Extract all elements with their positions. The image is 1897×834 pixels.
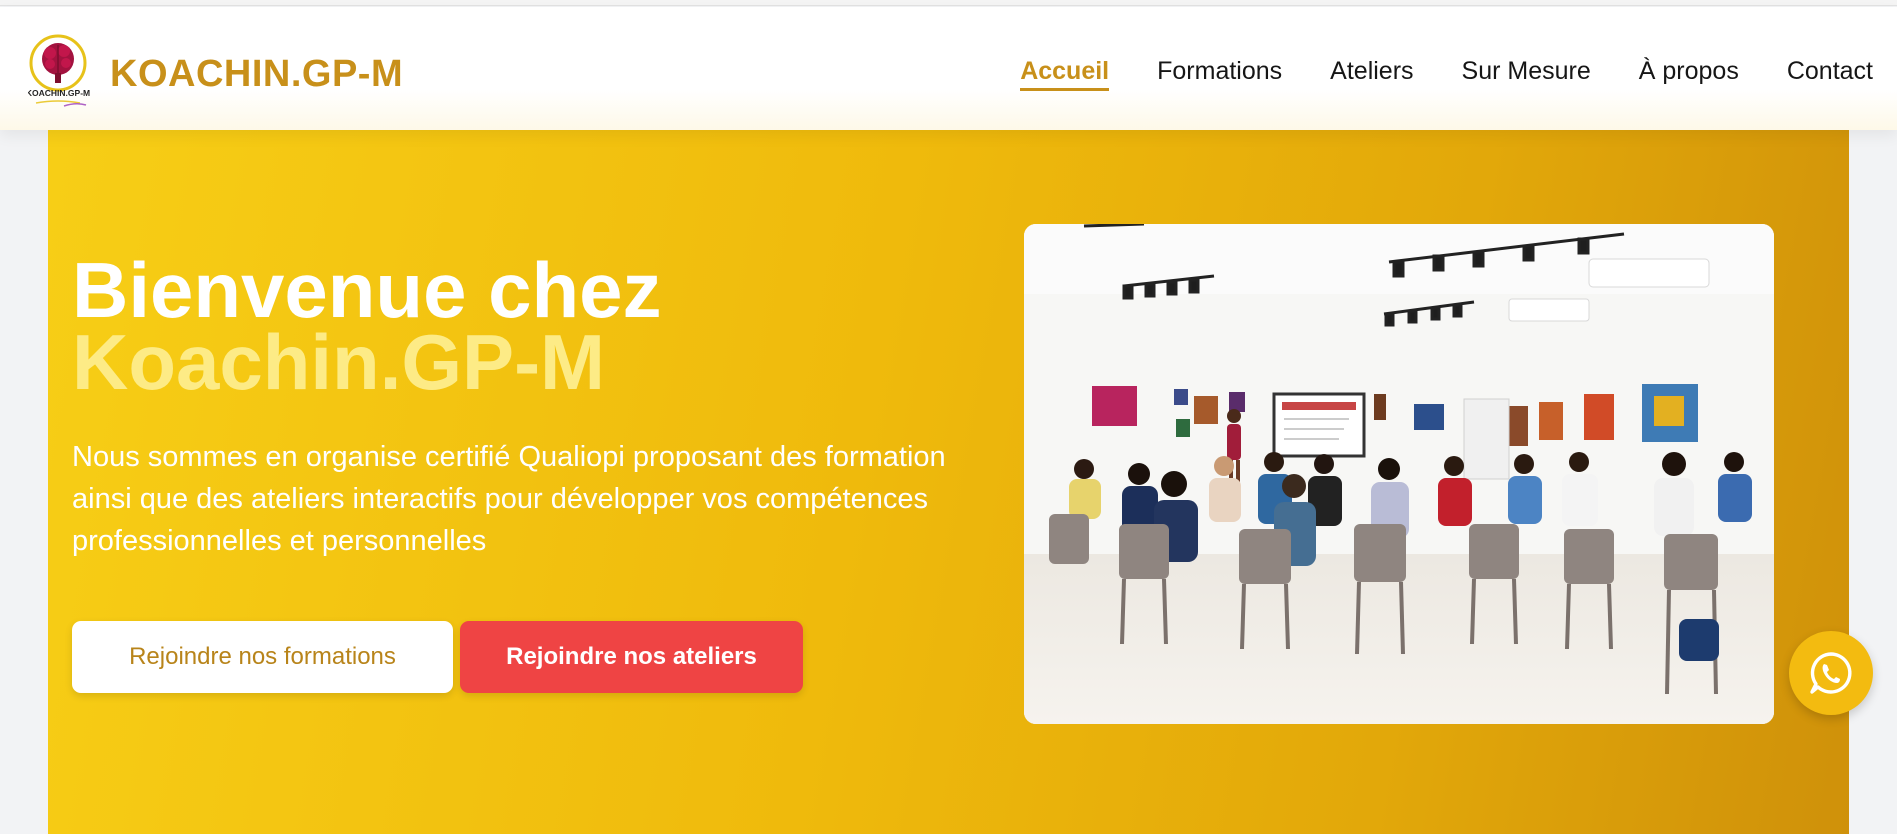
whatsapp-button[interactable]: [1789, 631, 1873, 715]
hero-title: Bienvenue chez Koachin.GP-M: [72, 251, 662, 406]
site-logo[interactable]: KOACHIN.GP-M: [26, 33, 96, 109]
join-ateliers-button[interactable]: Rejoindre nos ateliers: [460, 621, 803, 693]
brand-name[interactable]: KOACHIN.GP-M: [110, 53, 403, 96]
hero-section: Bienvenue chez Koachin.GP-M Nous sommes …: [48, 130, 1849, 834]
nav-contact[interactable]: Contact: [1787, 57, 1873, 86]
main-nav: Accueil Formations Ateliers Sur Mesure À…: [1020, 57, 1873, 91]
workshop-photo-illustration: [1024, 224, 1774, 724]
whatsapp-icon: [1810, 652, 1852, 694]
brain-logo-icon: KOACHIN.GP-M: [26, 34, 90, 107]
site-header: KOACHIN.GP-M KOACHIN.GP-M Accueil Format…: [0, 7, 1897, 130]
join-formations-button[interactable]: Rejoindre nos formations: [72, 621, 453, 693]
nav-a-propos[interactable]: À propos: [1639, 57, 1739, 86]
hero-title-line2: Koachin.GP-M: [72, 318, 606, 406]
svg-text:KOACHIN.GP-M: KOACHIN.GP-M: [28, 88, 90, 98]
nav-accueil[interactable]: Accueil: [1020, 57, 1109, 91]
nav-formations[interactable]: Formations: [1157, 57, 1282, 86]
nav-ateliers[interactable]: Ateliers: [1330, 57, 1413, 86]
hero-photo: [1024, 224, 1774, 724]
hero-description: Nous sommes en organise certifié Qualiop…: [72, 441, 946, 557]
browser-top-edge: [0, 0, 1897, 6]
nav-sur-mesure[interactable]: Sur Mesure: [1462, 57, 1591, 86]
